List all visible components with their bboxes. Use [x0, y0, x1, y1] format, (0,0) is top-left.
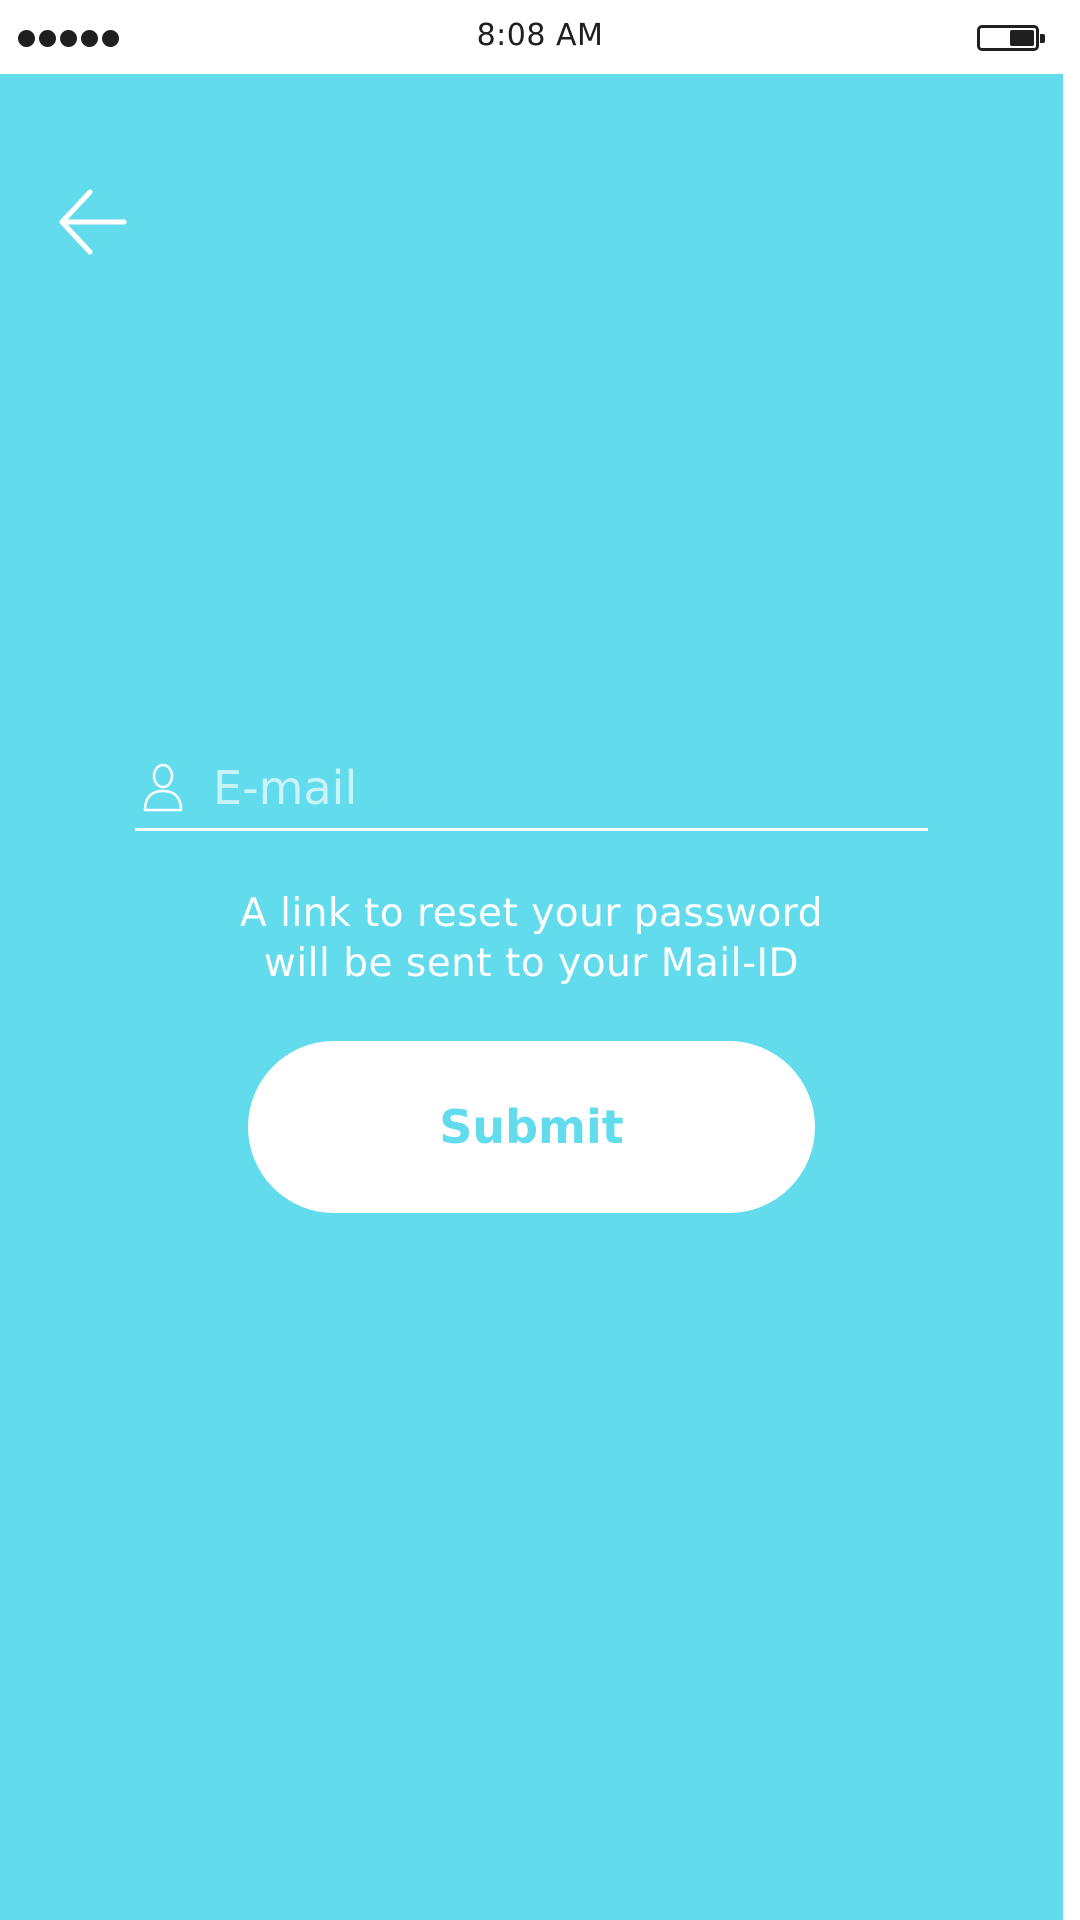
main-panel: A link to reset your password will be se… — [0, 74, 1063, 1920]
forgot-password-screen: 8:08 AM A link to reset your password wi… — [0, 0, 1080, 1920]
email-field-row — [135, 754, 928, 834]
right-edge-strip — [1063, 74, 1080, 1920]
info-line-1: A link to reset your password — [240, 891, 823, 936]
reset-info-text: A link to reset your password will be se… — [0, 889, 1063, 989]
info-line-2: will be sent to your Mail-ID — [263, 941, 800, 986]
battery-icon — [977, 25, 1045, 51]
email-underline — [135, 828, 928, 831]
submit-button[interactable]: Submit — [248, 1041, 815, 1213]
arrow-left-icon — [59, 189, 127, 255]
status-bar: 8:08 AM — [0, 0, 1080, 74]
back-button[interactable] — [54, 184, 130, 260]
status-time: 8:08 AM — [476, 18, 604, 53]
user-icon — [143, 763, 183, 812]
email-field[interactable] — [213, 754, 913, 822]
